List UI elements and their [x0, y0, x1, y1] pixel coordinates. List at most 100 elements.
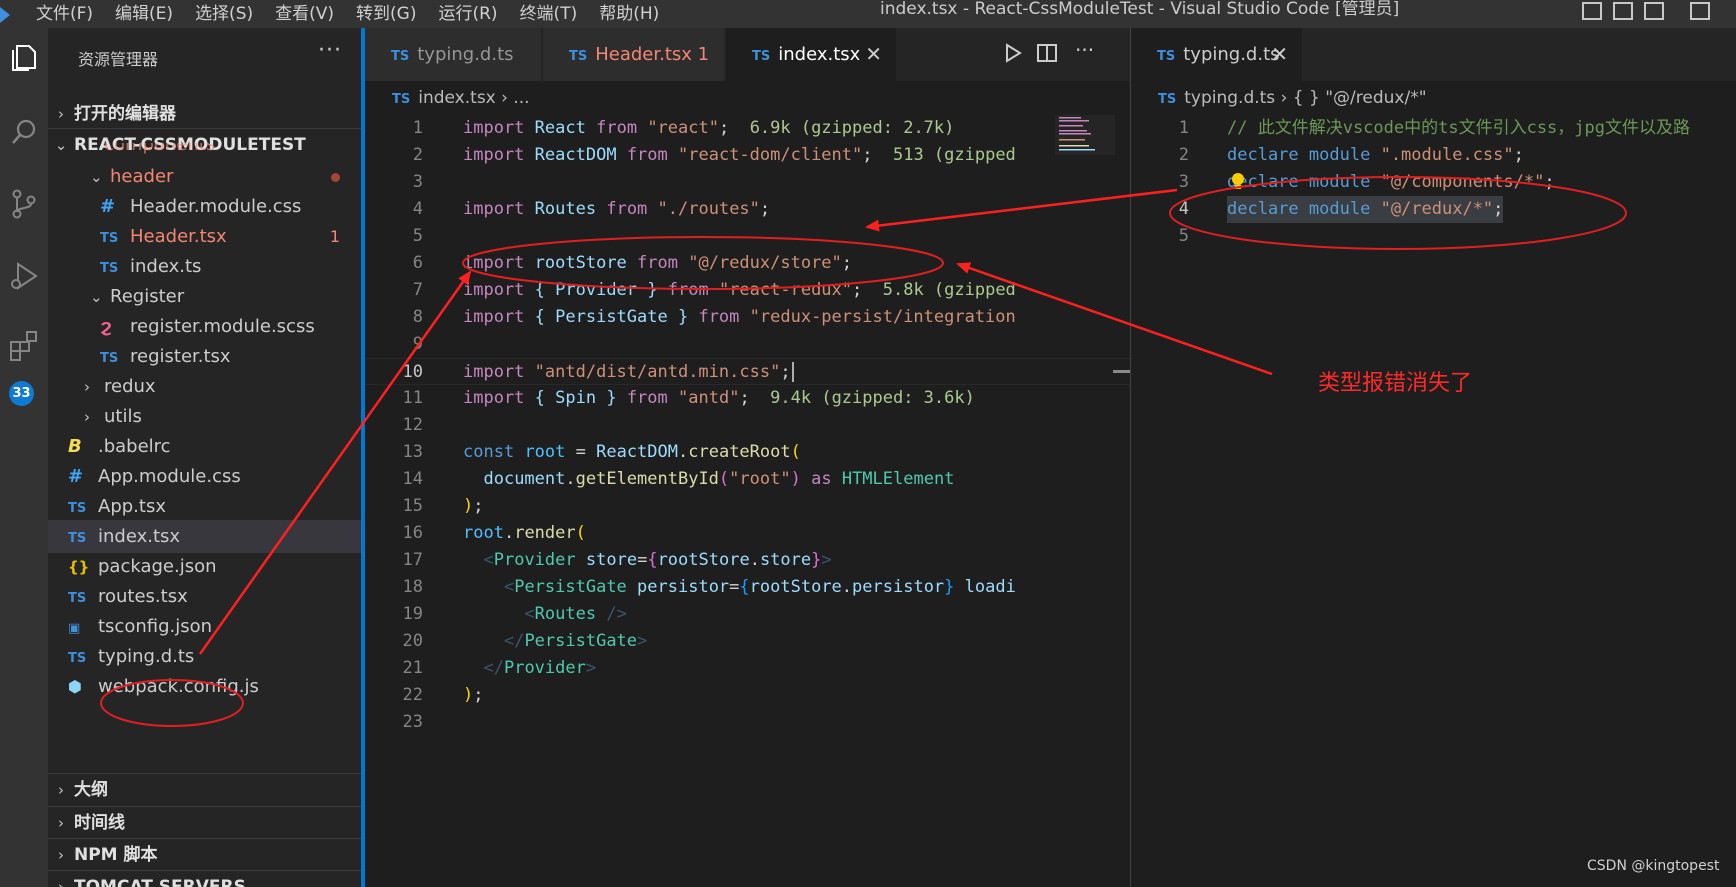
tree-item-label: header — [110, 166, 174, 187]
menu-terminal[interactable]: 终端(T) — [520, 5, 578, 23]
editor-typing-d-ts[interactable]: 1// 此文件解决vscode中的ts文件引入css，jpg文件以及路 2 dec… — [1131, 115, 1736, 887]
tree-item-app-module-css[interactable]: # App.module.css — [48, 460, 362, 493]
tree-item-components[interactable]: components — [48, 143, 362, 161]
more-actions-icon[interactable]: ··· — [318, 38, 342, 63]
editor-more-actions-icon[interactable]: ··· — [1075, 38, 1094, 62]
tab-label: index.tsx — [778, 44, 861, 65]
line-number: 17 — [402, 550, 423, 570]
scss-file-icon: ϩ — [100, 316, 112, 337]
tree-item-header[interactable]: ⌄ header — [48, 160, 362, 193]
left-editor-tabs: TS typing.d.ts TS Header.tsx 1 TS index.tsx… — [365, 28, 1130, 81]
minimap[interactable] — [1055, 115, 1115, 175]
customize-layout-icon[interactable] — [1690, 2, 1710, 20]
ts-file-icon: TS — [569, 49, 588, 64]
line-number: 23 — [402, 712, 423, 732]
breadcrumb-symbol[interactable]: › { } "@/redux/*" — [1281, 88, 1427, 108]
code-line: 3 — [365, 169, 423, 196]
text-cursor — [791, 362, 794, 382]
tab-header-tsx[interactable]: TS Header.tsx 1 — [543, 28, 725, 81]
line-number: 11 — [402, 388, 423, 408]
tree-item-index-ts[interactable]: TS index.ts — [48, 250, 362, 283]
tree-item-babelrc[interactable]: B .babelrc — [48, 430, 362, 463]
tab-label: typing.d.ts — [417, 44, 514, 65]
menu-help[interactable]: 帮助(H) — [599, 5, 659, 23]
tree-item-label: index.ts — [130, 256, 202, 277]
close-icon[interactable]: ✕ — [1271, 28, 1288, 81]
menu-file[interactable]: 文件(F) — [36, 5, 93, 23]
menu-edit[interactable]: 编辑(E) — [115, 5, 173, 23]
line-number: 12 — [402, 415, 423, 435]
current-code-line: 4 declare module "@/redux/*"; — [1131, 196, 1504, 223]
code-line: 21 </Provider> — [365, 655, 597, 682]
chevron-right-icon: › — [58, 846, 64, 864]
tree-item-redux[interactable]: › redux — [48, 370, 362, 403]
line-number: 1 — [1178, 118, 1189, 138]
menu-run[interactable]: 运行(R) — [438, 5, 497, 23]
tree-item-register[interactable]: ⌄ Register — [48, 280, 362, 313]
search-icon[interactable] — [8, 116, 40, 148]
tree-item-register-scss[interactable]: ϩ register.module.scss — [48, 310, 362, 343]
tab-typing-d-ts-right[interactable]: TS typing.d.ts ✕ — [1131, 28, 1303, 81]
code-line: 12 — [365, 412, 423, 439]
tree-item-typing-d-ts[interactable]: TS typing.d.ts — [48, 640, 362, 673]
tree-item-label: Header.tsx — [130, 226, 227, 247]
tree-item-label: index.tsx — [98, 526, 181, 547]
tree-item-index-tsx[interactable]: TS index.tsx — [48, 520, 362, 553]
tomcat-servers-section[interactable]: › TOMCAT SERVERS — [48, 870, 362, 887]
tree-item-register-tsx[interactable]: TS register.tsx — [48, 340, 362, 373]
tree-item-header-module-css[interactable]: # Header.module.css — [48, 190, 362, 223]
code-line: 22); — [365, 682, 484, 709]
extensions-icon[interactable] — [8, 330, 40, 362]
tree-item-tsconfig-json[interactable]: ▣ tsconfig.json — [48, 610, 362, 643]
css-file-icon: # — [68, 466, 84, 487]
code-line: 16 root.render( — [365, 520, 586, 547]
run-debug-icon[interactable] — [8, 260, 40, 292]
menu-view[interactable]: 查看(V) — [275, 5, 334, 23]
toggle-panel-icon[interactable] — [1613, 2, 1633, 20]
breadcrumb-file[interactable]: typing.d.ts — [1184, 88, 1275, 108]
chevron-right-icon: › — [58, 781, 64, 799]
tree-item-app-tsx[interactable]: TS App.tsx — [48, 490, 362, 523]
menu-go[interactable]: 转到(G) — [356, 5, 416, 23]
code-line: 7 import { Provider } from "react-redux";… — [365, 277, 1016, 304]
toggle-secondary-sidebar-icon[interactable] — [1644, 2, 1664, 20]
npm-scripts-section[interactable]: › NPM 脚本 — [48, 838, 362, 870]
breadcrumb-file[interactable]: index.tsx — [418, 88, 496, 108]
tree-item-package-json[interactable]: {} package.json — [48, 550, 362, 583]
tab-index-tsx[interactable]: TS index.tsx ✕ — [726, 28, 897, 81]
chevron-right-icon: › — [58, 814, 64, 832]
tree-item-label: App.module.css — [98, 466, 241, 487]
tree-item-routes-tsx[interactable]: TS routes.tsx — [48, 580, 362, 613]
editor-index-tsx[interactable]: 1 import React from "react"; 6.9k (gzippe… — [365, 115, 1130, 887]
open-editors-section[interactable]: › 打开的编辑器 — [48, 98, 362, 130]
toggle-sidebar-icon[interactable] — [1582, 2, 1602, 20]
run-file-icon[interactable] — [1003, 42, 1023, 64]
line-number: 14 — [402, 469, 423, 489]
breadcrumb-symbol[interactable]: › ... — [501, 88, 529, 108]
code-line: 19 <Routes /> — [365, 601, 627, 628]
line-number: 19 — [402, 604, 423, 624]
title-bar: 文件(F) 编辑(E) 选择(S) 查看(V) 转到(G) 运行(R) 终端(T… — [0, 0, 1736, 28]
line-number: 4 — [412, 199, 423, 219]
code-line: 4 import Routes from "./routes"; — [365, 196, 770, 223]
tree-item-webpack-config[interactable]: ⬢ webpack.config.js — [48, 670, 362, 703]
section-label: TOMCAT SERVERS — [74, 877, 246, 887]
outline-section[interactable]: › 大纲 — [48, 773, 362, 805]
tree-item-label: package.json — [98, 556, 217, 577]
code-line: 13 const root = ReactDOM.createRoot( — [365, 439, 801, 466]
tree-item-utils[interactable]: › utils — [48, 400, 362, 433]
tree-item-header-tsx[interactable]: TS Header.tsx 1 — [48, 220, 362, 253]
menu-selection[interactable]: 选择(S) — [195, 5, 253, 23]
timeline-section[interactable]: › 时间线 — [48, 806, 362, 838]
close-icon[interactable]: ✕ — [865, 28, 882, 81]
split-editor-icon[interactable] — [1036, 42, 1058, 64]
source-control-icon[interactable] — [8, 188, 40, 220]
extensions-badge: 33 — [9, 381, 34, 406]
lightbulb-icon[interactable] — [1229, 171, 1247, 193]
code-line: 8 import { PersistGate } from "redux-pers… — [365, 304, 1016, 331]
explorer-icon[interactable] — [8, 42, 40, 74]
line-number: 16 — [402, 523, 423, 543]
tab-typing-d-ts[interactable]: TS typing.d.ts — [365, 28, 542, 81]
section-label: 打开的编辑器 — [74, 104, 176, 124]
annotation-text: 类型报错消失了 — [1318, 371, 1473, 396]
